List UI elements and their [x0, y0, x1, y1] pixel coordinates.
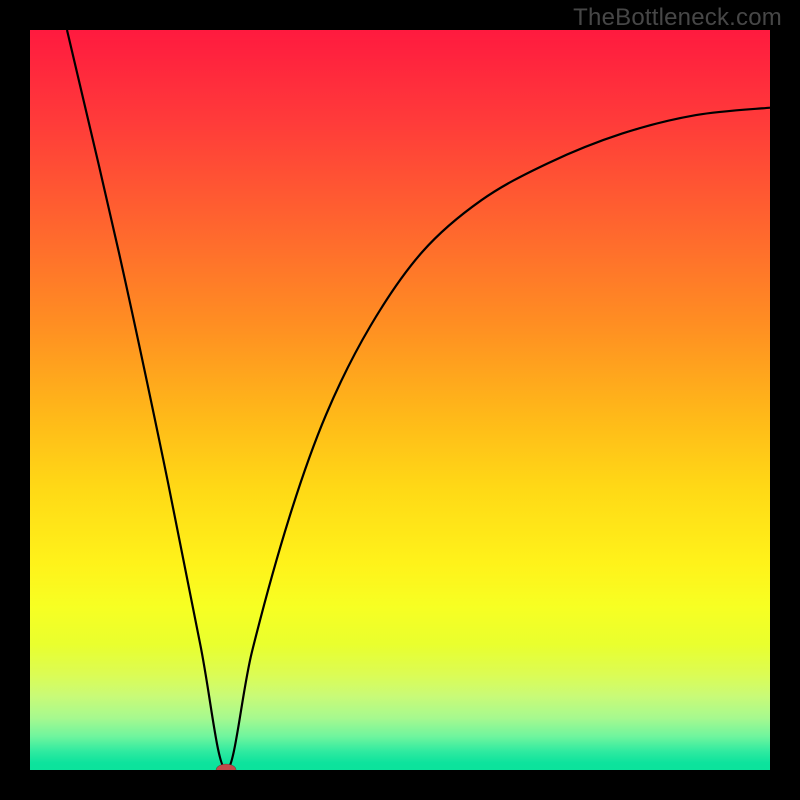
- chart-frame: TheBottleneck.com: [0, 0, 800, 800]
- vertex-marker: [216, 764, 236, 770]
- watermark-text: TheBottleneck.com: [573, 4, 782, 32]
- curve-layer: [30, 30, 770, 770]
- plot-area: [30, 30, 770, 770]
- bottleneck-curve: [67, 30, 770, 770]
